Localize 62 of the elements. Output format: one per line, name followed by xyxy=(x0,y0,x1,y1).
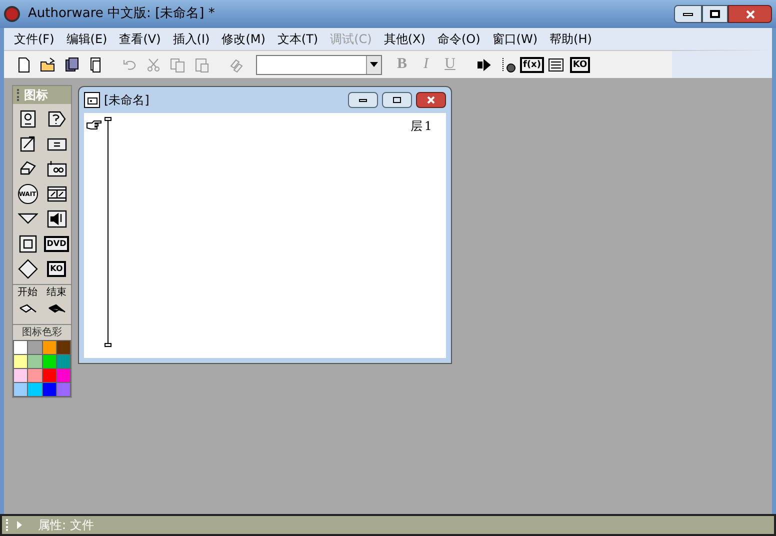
font-dropdown[interactable] xyxy=(256,54,382,74)
menu-item[interactable]: 查看(V) xyxy=(113,29,167,49)
color-swatch[interactable] xyxy=(42,355,56,368)
color-swatch[interactable] xyxy=(42,383,56,396)
app-logo-icon xyxy=(4,6,20,22)
knowledge-object-icon[interactable]: KO xyxy=(46,259,66,279)
menu-item[interactable]: 编辑(E) xyxy=(60,29,114,49)
close-button[interactable] xyxy=(728,5,772,23)
properties-label: 属性: 文件 xyxy=(38,517,94,534)
rewind-arrow-icon xyxy=(476,56,492,72)
color-swatch[interactable] xyxy=(28,355,42,368)
color-swatch[interactable] xyxy=(28,341,42,354)
color-swatch[interactable] xyxy=(56,383,70,396)
grip-icon xyxy=(6,519,9,531)
color-swatch[interactable] xyxy=(28,383,42,396)
color-swatch[interactable] xyxy=(14,341,28,354)
menu-item[interactable]: 文件(F) xyxy=(8,29,60,49)
diamond-icon[interactable] xyxy=(18,259,38,279)
new-file-icon xyxy=(16,56,32,72)
flag-label: 结束 xyxy=(46,286,66,300)
flag-label: 开始 xyxy=(18,286,38,300)
dvd-icon[interactable]: DVD xyxy=(46,234,66,254)
flowline-window-title: [未命名] xyxy=(104,92,150,109)
color-swatch[interactable] xyxy=(42,341,56,354)
close-button[interactable] xyxy=(416,92,446,108)
menu-item[interactable]: 文本(T) xyxy=(271,29,324,49)
color-swatch[interactable] xyxy=(56,355,70,368)
menu-item[interactable]: 命令(O) xyxy=(431,29,486,49)
maximize-button[interactable] xyxy=(702,5,728,23)
color-swatch[interactable] xyxy=(56,341,70,354)
color-swatch[interactable] xyxy=(28,369,42,382)
menu-item[interactable]: 修改(M) xyxy=(216,29,272,49)
flowline-window-icon xyxy=(84,92,100,108)
color-swatch[interactable] xyxy=(42,369,56,382)
close-icon xyxy=(746,10,754,18)
minimize-button[interactable] xyxy=(348,92,378,108)
menu-item[interactable]: 窗口(W) xyxy=(486,29,544,49)
panel-title: 图标 xyxy=(24,87,48,104)
list-icon xyxy=(548,56,564,72)
expand-arrow-icon xyxy=(17,521,22,529)
color-swatch[interactable] xyxy=(56,369,70,382)
film-strip-icon[interactable] xyxy=(46,184,66,204)
square-frame-icon[interactable] xyxy=(18,234,38,254)
scissors-icon xyxy=(146,56,162,72)
color-swatch[interactable] xyxy=(14,369,28,382)
copy-icon xyxy=(170,56,186,72)
menu-item[interactable]: 帮助(H) xyxy=(544,29,598,49)
menu-item[interactable]: 其他(X) xyxy=(378,29,432,49)
color-swatch[interactable] xyxy=(14,383,28,396)
window-title: Authorware 中文版: [未命名] * xyxy=(28,5,216,24)
color-swatch[interactable] xyxy=(14,355,28,368)
level-label: 层 xyxy=(410,118,422,135)
display-icon[interactable] xyxy=(18,109,38,129)
close-icon xyxy=(427,96,435,104)
level-number: 1 xyxy=(424,118,432,135)
grip-icon xyxy=(17,89,20,101)
question-arrow-icon[interactable] xyxy=(46,109,66,129)
speaker-note-icon[interactable] xyxy=(46,209,66,229)
folder-icon xyxy=(40,56,56,72)
restore-button[interactable] xyxy=(382,92,412,108)
menu-item[interactable]: 插入(I) xyxy=(166,29,216,49)
minimize-button[interactable] xyxy=(674,5,702,23)
